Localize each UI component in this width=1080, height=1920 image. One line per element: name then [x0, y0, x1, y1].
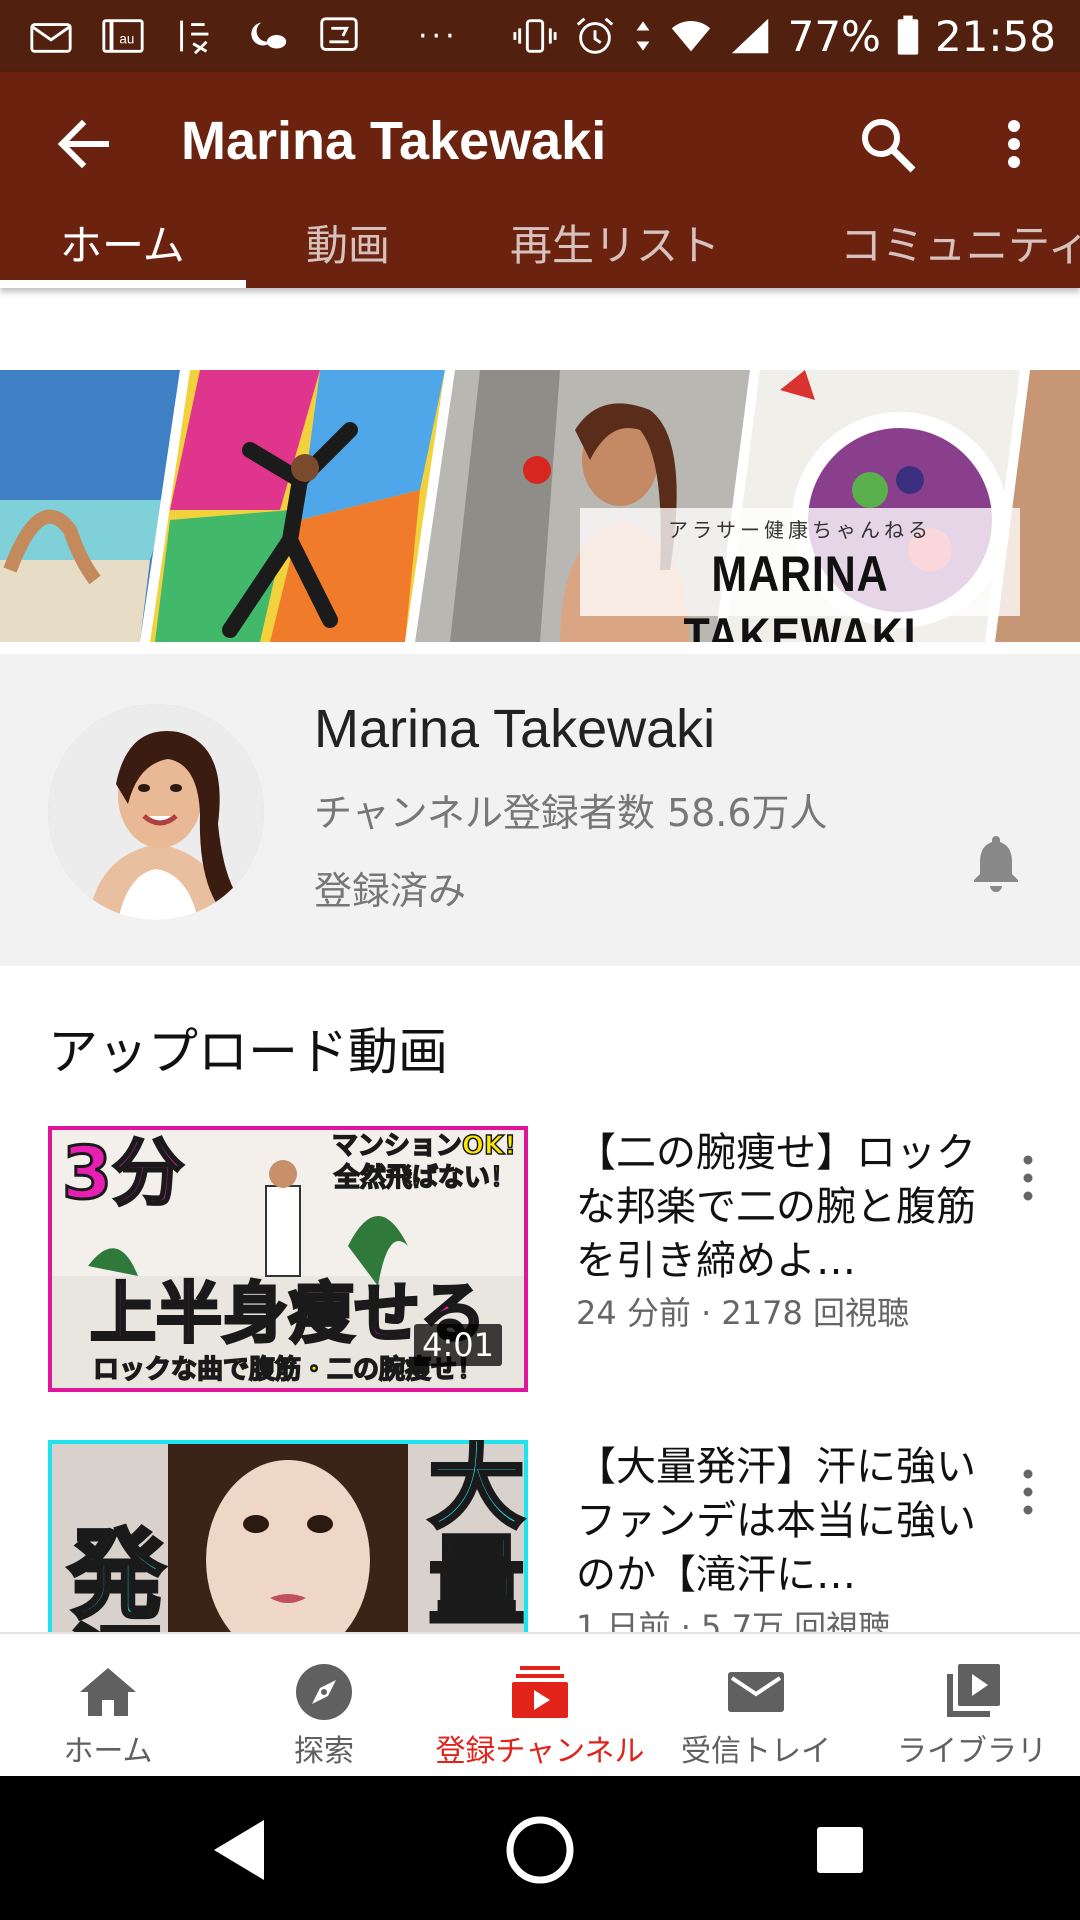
compass-icon	[296, 1664, 352, 1720]
video-duration: 4:01	[414, 1324, 502, 1366]
notification-bell-icon[interactable]	[968, 830, 1024, 894]
channel-tabs: ホーム 動画 再生リスト コミュニティ	[0, 212, 1080, 288]
nav-label: 受信トレイ	[681, 1734, 831, 1769]
nav-explore[interactable]: 探索	[216, 1634, 432, 1778]
back-arrow-icon[interactable]	[52, 112, 116, 176]
system-indicators: 77% 21:58	[512, 8, 1056, 64]
banner-title-box: アラサー健康ちゃんねる MARINA TAKEWAKI	[580, 508, 1020, 642]
clock: 21:58	[934, 11, 1056, 61]
moon-cloud-icon	[251, 22, 287, 49]
thumb-text-sweat: 発汗	[52, 1524, 164, 1632]
channel-app-bar: Marina Takewaki ホーム 動画 再生リスト コミュニティ	[0, 72, 1080, 288]
channel-header: Marina Takewaki チャンネル登録者数 58.6万人 登録済み	[0, 654, 1080, 966]
banner-subtitle: アラサー健康ちゃんねる	[668, 518, 932, 542]
tab-videos[interactable]: 動画	[306, 212, 390, 288]
video-title[interactable]: 【二の腕痩せ】ロックな邦楽で二の腕と腹筋を引き締めよ…	[576, 1126, 976, 1288]
more-vert-icon[interactable]	[990, 112, 1038, 176]
inbox-icon	[728, 1672, 784, 1712]
battery-percent: 77%	[787, 11, 881, 61]
wifi-icon	[671, 21, 710, 52]
nav-home[interactable]: ホーム	[0, 1634, 216, 1778]
library-icon	[947, 1664, 1000, 1717]
vibrate-icon	[513, 19, 557, 53]
nav-label: 探索	[294, 1734, 354, 1769]
avatar-image	[48, 704, 264, 920]
tab-community[interactable]: コミュニティ	[840, 212, 1080, 288]
active-tab-indicator	[0, 280, 246, 288]
back-triangle-icon[interactable]	[200, 1810, 280, 1890]
video-more-icon[interactable]	[1014, 1462, 1042, 1522]
search-icon[interactable]	[855, 112, 919, 176]
video-more-icon[interactable]	[1014, 1148, 1042, 1208]
banner-title: MARINA TAKEWAKI	[683, 546, 917, 642]
subscribed-status[interactable]: 登録済み	[314, 860, 466, 915]
video-title[interactable]: 【大量発汗】汗に強いファンデは本当に強いのか【滝汗に…	[576, 1440, 976, 1602]
video-item[interactable]: 3分 マンションOK! 全然飛ばない！ 上半身痩せる ロックな曲で腹筋・二の腕瘦…	[0, 1126, 1080, 1396]
tab-home[interactable]: ホーム	[60, 212, 185, 288]
video-thumbnail[interactable]: 発汗 大量	[48, 1440, 528, 1632]
nav-label: 登録チャンネル	[435, 1734, 645, 1769]
uploads-section-title: アップロード動画	[48, 1023, 448, 1081]
thumb-text-quiet: 全然飛ばない！	[333, 1162, 516, 1193]
subscriber-count: チャンネル登録者数 58.6万人	[314, 791, 828, 835]
data-arrows-icon	[636, 21, 650, 51]
thumb-text-ok: マンションOK!	[332, 1131, 516, 1161]
battery-icon	[897, 15, 919, 55]
thumb-text-large: 大量	[412, 1440, 524, 1626]
channel-banner: アラサー健康ちゃんねる MARINA TAKEWAKI	[0, 370, 1080, 642]
channel-title: Marina Takewaki	[181, 111, 607, 171]
nav-label: ライブラリ	[897, 1734, 1047, 1769]
tab-playlists[interactable]: 再生リスト	[510, 212, 720, 288]
video-item[interactable]: 発汗 大量 【大量発汗】汗に強いファンデは本当に強いのか【滝汗に… 1 日前 ·…	[0, 1440, 1080, 1632]
home-icon	[80, 1668, 136, 1716]
thumbnail-image: 発汗 大量	[48, 1440, 528, 1632]
status-bar: au ··· 77% 21:58	[0, 0, 1080, 72]
video-thumbnail[interactable]: 3分 マンションOK! 全然飛ばない！ 上半身痩せる ロックな曲で腹筋・二の腕瘦…	[48, 1126, 528, 1392]
home-circle-icon[interactable]	[500, 1810, 580, 1890]
pet-icon	[180, 20, 209, 55]
notification-icons: au ···	[28, 10, 459, 62]
signal-icon	[731, 18, 768, 54]
channel-name: Marina Takewaki	[314, 699, 716, 759]
video-meta: 24 分前 · 2178 回視聴	[576, 1294, 910, 1332]
au-icon: au	[102, 19, 144, 53]
channel-avatar[interactable]	[48, 704, 264, 920]
bottom-navigation: ホーム 探索 登録チャンネル 受信トレイ ライブラリ	[0, 1632, 1080, 1776]
nav-subscriptions[interactable]: 登録チャンネル	[432, 1634, 648, 1778]
video-meta: 1 日前 · 5.7万 回視聴	[576, 1608, 891, 1632]
nav-library[interactable]: ライブラリ	[864, 1634, 1080, 1778]
recents-square-icon[interactable]	[800, 1810, 880, 1890]
nav-label: ホーム	[63, 1734, 153, 1769]
nav-inbox[interactable]: 受信トレイ	[648, 1634, 864, 1778]
message-icon	[320, 17, 358, 51]
alarm-icon	[576, 17, 613, 54]
overflow-notifications: ···	[418, 18, 459, 54]
system-navigation-bar	[0, 1776, 1080, 1920]
subscriptions-icon	[512, 1666, 568, 1718]
mail-icon	[30, 23, 72, 53]
svg-text:au: au	[119, 32, 134, 47]
thumb-text-minutes: 3分	[62, 1131, 184, 1215]
